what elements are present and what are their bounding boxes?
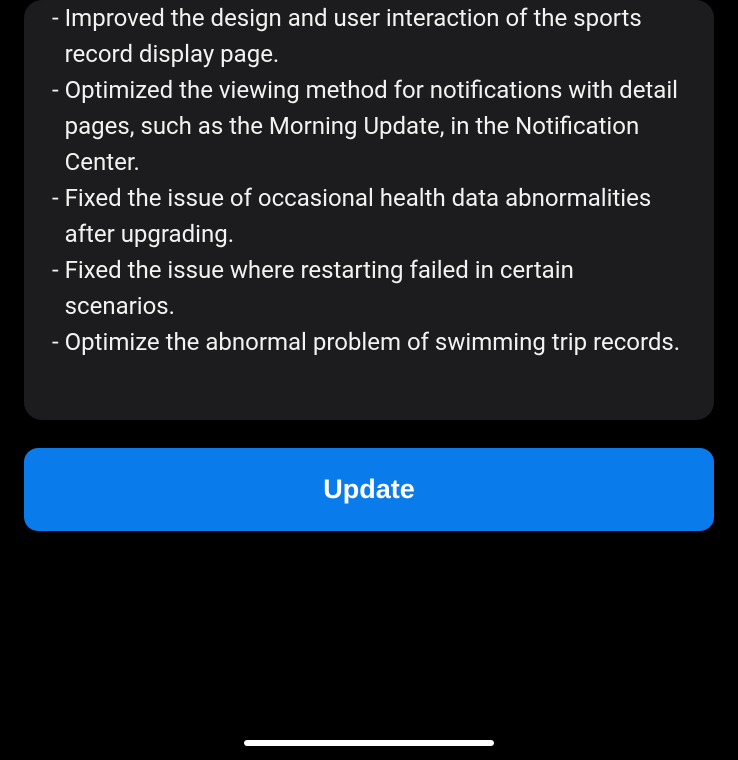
changelog-text: Fixed the issue where restarting failed …	[65, 252, 686, 324]
changelog-list: - Improved the design and user interacti…	[52, 0, 686, 360]
list-item: - Fixed the issue where restarting faile…	[52, 252, 686, 324]
changelog-text: Optimized the viewing method for notific…	[65, 72, 686, 180]
bullet-dash: -	[52, 252, 65, 324]
changelog-card: - Improved the design and user interacti…	[24, 0, 714, 420]
list-item: - Optimize the abnormal problem of swimm…	[52, 324, 686, 360]
changelog-text: Optimize the abnormal problem of swimmin…	[65, 324, 686, 360]
update-button[interactable]: Update	[24, 448, 714, 531]
changelog-text: Improved the design and user interaction…	[65, 0, 686, 72]
button-container: Update	[0, 420, 738, 531]
bullet-dash: -	[52, 180, 65, 252]
home-indicator[interactable]	[244, 740, 494, 746]
list-item: - Optimized the viewing method for notif…	[52, 72, 686, 180]
bullet-dash: -	[52, 72, 65, 180]
bullet-dash: -	[52, 324, 65, 360]
list-item: - Fixed the issue of occasional health d…	[52, 180, 686, 252]
list-item: - Improved the design and user interacti…	[52, 0, 686, 72]
changelog-text: Fixed the issue of occasional health dat…	[65, 180, 686, 252]
bullet-dash: -	[52, 0, 65, 72]
